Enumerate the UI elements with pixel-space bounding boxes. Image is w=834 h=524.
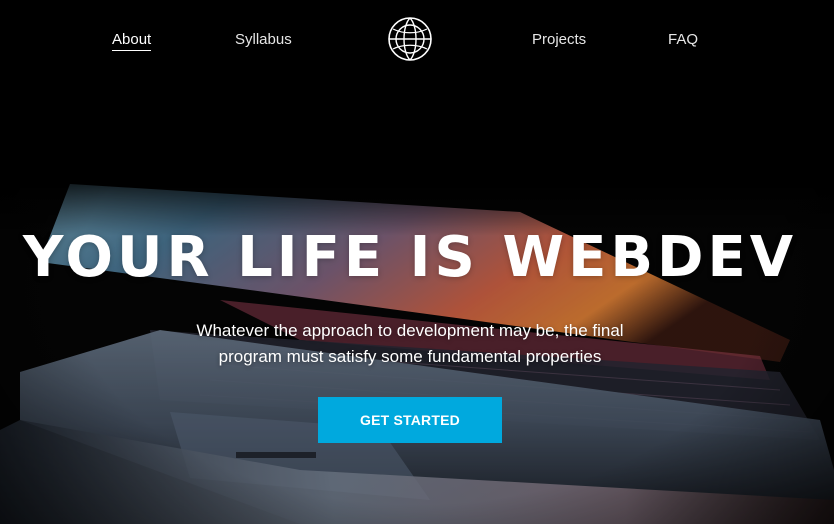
- hero-subtitle-line-2: program must satisfy some fundamental pr…: [218, 347, 602, 366]
- hero-subtitle-line-1: Whatever the approach to development may…: [196, 321, 624, 340]
- hero-section: About Syllabus Projects FAQ YOUR LIFE IS…: [0, 0, 834, 524]
- nav-link-syllabus[interactable]: Syllabus: [235, 31, 292, 49]
- nav-link-faq[interactable]: FAQ: [668, 31, 698, 49]
- get-started-button[interactable]: GET STARTED: [318, 397, 502, 443]
- hero-headline: YOUR LIFE IS WEBDEV: [22, 225, 798, 290]
- globe-circle-icon[interactable]: [387, 16, 433, 62]
- nav-link-projects[interactable]: Projects: [532, 31, 586, 49]
- nav-link-about[interactable]: About: [112, 31, 152, 51]
- hero-subtitle: Whatever the approach to development may…: [168, 318, 652, 370]
- top-navigation: About Syllabus Projects FAQ: [0, 0, 834, 80]
